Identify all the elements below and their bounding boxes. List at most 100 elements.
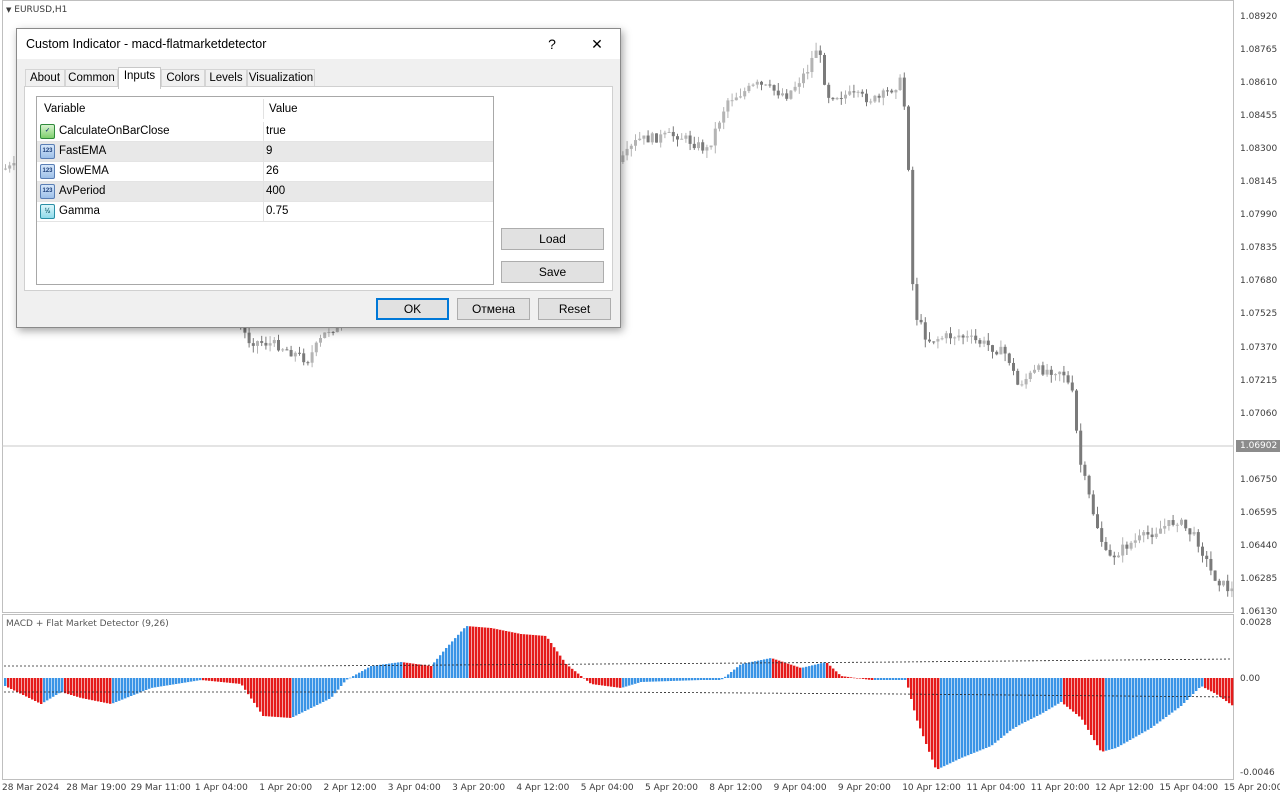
macd-bar [1147, 678, 1150, 730]
param-value[interactable]: 0.75 [266, 205, 288, 217]
macd-bar [811, 665, 814, 678]
macd-bar [589, 678, 592, 684]
candle [881, 88, 885, 106]
ok-button[interactable]: OK [376, 298, 449, 320]
header-variable[interactable]: Variable [44, 103, 85, 115]
param-value[interactable]: 26 [266, 165, 279, 177]
param-name: SlowEMA [59, 165, 109, 177]
macd-bar [115, 678, 118, 702]
macd-bar [703, 678, 706, 680]
candle [659, 129, 663, 148]
price-tick: 1.06285 [1240, 573, 1278, 584]
macd-bar [172, 678, 175, 685]
candle [1171, 514, 1175, 527]
macd-bar [139, 678, 142, 693]
macd-bar [448, 644, 451, 678]
candle [923, 317, 927, 348]
save-button[interactable]: Save [501, 261, 604, 283]
candle [650, 131, 654, 145]
grid-row-gamma[interactable]: ½ Gamma 0.75 [37, 202, 493, 222]
grid-row-fastema[interactable]: 123 FastEMA 9 [37, 142, 493, 162]
grid-row-calculateonbarclose[interactable]: ✓ CalculateOnBarClose true [37, 122, 493, 142]
candle [928, 332, 931, 343]
macd-bar [1033, 678, 1036, 718]
candle [277, 334, 280, 352]
candle [1192, 526, 1196, 537]
indicator-axis-top: 0.0028 [1240, 618, 1272, 628]
macd-bar [571, 668, 574, 678]
macd-bar [76, 678, 79, 697]
cancel-button[interactable]: Отмена [457, 298, 530, 320]
candle [1167, 520, 1171, 531]
collapse-arrow-icon[interactable]: ▼ [6, 6, 11, 14]
param-value[interactable]: 9 [266, 145, 272, 157]
candle [898, 74, 902, 91]
macd-bar [511, 632, 514, 678]
candle [701, 139, 705, 154]
help-icon[interactable]: ? [530, 31, 574, 57]
time-tick: 8 Apr 12:00 [709, 783, 763, 793]
param-value[interactable]: true [266, 125, 286, 137]
macd-bar [793, 665, 796, 678]
dialog-titlebar[interactable]: Custom Indicator - macd-flatmarketdetect… [17, 29, 620, 59]
macd-bar [835, 671, 838, 678]
time-tick: 1 Apr 04:00 [194, 783, 248, 793]
macd-bar [1069, 678, 1072, 710]
macd-bar [625, 678, 628, 687]
inputs-panel: Variable Value ✓ CalculateOnBarClose tru… [24, 86, 613, 291]
macd-bar [130, 678, 133, 696]
grid-row-avperiod[interactable]: 123 AvPeriod 400 [37, 182, 493, 202]
macd-bar [184, 678, 187, 683]
inputs-grid: Variable Value ✓ CalculateOnBarClose tru… [36, 96, 494, 285]
load-button[interactable]: Load [501, 228, 604, 250]
macd-bar [1096, 678, 1099, 746]
macd-bar [229, 678, 232, 683]
macd-bar [124, 678, 127, 699]
macd-bar [463, 628, 466, 678]
indicator-window[interactable] [0, 614, 1280, 780]
candle [818, 45, 822, 63]
header-value[interactable]: Value [269, 103, 298, 115]
macd-bar [454, 638, 457, 678]
macd-bar [568, 666, 571, 678]
macd-bar [1111, 678, 1114, 750]
macd-bar [949, 678, 952, 764]
param-value[interactable]: 400 [266, 185, 285, 197]
macd-bar [103, 678, 106, 703]
macd-bar [478, 627, 481, 678]
tab-inputs[interactable]: Inputs [118, 67, 161, 89]
candle [793, 81, 797, 93]
reset-button[interactable]: Reset [538, 298, 611, 320]
double-param-icon: ½ [40, 204, 55, 219]
candle [865, 89, 868, 107]
macd-bar [1150, 678, 1153, 728]
time-tick: 5 Apr 20:00 [645, 783, 698, 793]
grid-row-slowema[interactable]: 123 SlowEMA 26 [37, 162, 493, 182]
candle [1226, 574, 1230, 597]
candle [1062, 365, 1066, 383]
macd-bar [439, 655, 442, 678]
macd-bar [997, 678, 1000, 741]
candle [974, 329, 978, 344]
header-divider[interactable] [263, 99, 264, 119]
macd-bar [340, 678, 343, 686]
macd-bar [544, 635, 547, 678]
macd-bar [637, 678, 640, 683]
candle [1154, 527, 1158, 539]
macd-bar [79, 678, 82, 698]
candle [877, 93, 881, 103]
close-icon[interactable]: ✕ [575, 31, 619, 57]
macd-bar [970, 678, 973, 754]
candle [1049, 365, 1053, 383]
macd-bar [319, 678, 322, 704]
candle [802, 68, 805, 88]
candle [764, 83, 768, 87]
macd-bar [1090, 678, 1093, 735]
macd-bar [52, 678, 55, 697]
macd-bar [283, 678, 286, 718]
macd-bar [1228, 678, 1231, 704]
macd-bar [400, 662, 403, 678]
macd-bar [514, 632, 517, 678]
macd-bar [907, 678, 910, 688]
macd-bar [427, 665, 430, 678]
